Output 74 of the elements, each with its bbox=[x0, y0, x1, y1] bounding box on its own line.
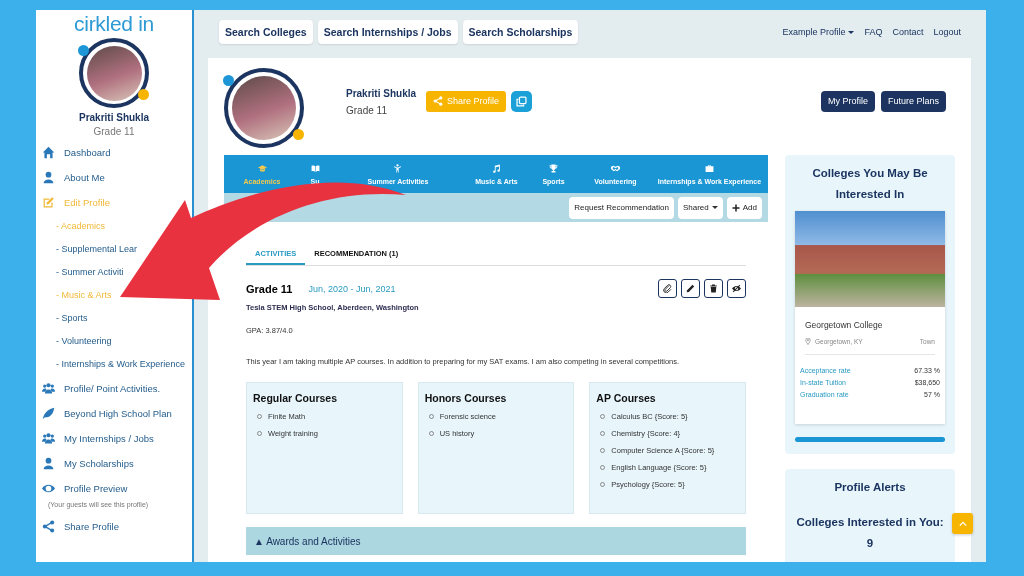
copy-link-button[interactable] bbox=[511, 90, 533, 112]
share-icon bbox=[42, 520, 55, 533]
user-icon bbox=[42, 171, 55, 184]
add-button[interactable]: Add bbox=[726, 196, 762, 219]
header-link[interactable]: Logout bbox=[933, 27, 961, 37]
sidebar-nav-item[interactable]: My Scholarships bbox=[36, 451, 140, 476]
accent-dot bbox=[138, 89, 149, 100]
music-note-icon bbox=[492, 163, 501, 173]
student-grade: Grade 11 bbox=[93, 126, 135, 137]
pencil-icon bbox=[686, 284, 695, 293]
person-icon bbox=[393, 163, 403, 173]
sidebar-subitem[interactable]: - Internships & Work Experience bbox=[56, 357, 185, 371]
accent-dot bbox=[293, 129, 304, 140]
users-icon bbox=[42, 432, 55, 445]
sidebar-nav-item[interactable]: Dashboard bbox=[36, 140, 117, 165]
accent-dot bbox=[223, 75, 234, 86]
sidebar-nav-item[interactable]: Share Profile bbox=[36, 514, 125, 539]
colleges-interested-count: Colleges Interested in You: 9 bbox=[795, 515, 945, 551]
sidebar-nav-item[interactable]: Beyond High School Plan bbox=[36, 401, 178, 426]
eye-slash-icon bbox=[732, 284, 741, 293]
location-pin-icon bbox=[805, 338, 811, 345]
leaf-icon bbox=[42, 407, 55, 420]
trash-icon bbox=[709, 284, 718, 293]
student-name: Prakriti Shukla bbox=[79, 112, 149, 123]
avatar-photo-placeholder bbox=[86, 45, 142, 101]
sidebar-subitem[interactable]: - Summer Activiti bbox=[56, 265, 124, 279]
profile-nav-button[interactable]: My Profile bbox=[820, 90, 875, 112]
share-icon bbox=[433, 96, 444, 106]
users-icon bbox=[42, 382, 55, 395]
avatar-photo-placeholder bbox=[232, 76, 296, 140]
graduation-cap-icon bbox=[257, 163, 267, 173]
entry-action-button[interactable] bbox=[658, 279, 677, 298]
course-card-title: Regular Courses bbox=[253, 392, 339, 404]
entry-title: Grade 11 bbox=[246, 282, 293, 295]
sidebar-subitem[interactable]: - Volunteering bbox=[56, 334, 112, 348]
profile-nav-button[interactable]: Future Plans bbox=[880, 90, 946, 112]
copy-icon bbox=[516, 95, 528, 107]
header-link[interactable]: FAQ bbox=[864, 27, 883, 37]
college-name: Georgetown College bbox=[805, 320, 884, 330]
course-card-title: Honors Courses bbox=[424, 392, 508, 404]
profile-grade: Grade 11 bbox=[346, 105, 388, 116]
user-icon bbox=[42, 457, 55, 470]
profile-name: Prakriti Shukla bbox=[346, 88, 417, 99]
panel-title: Colleges You May Be Interested In bbox=[811, 166, 929, 202]
entry-action-button[interactable] bbox=[704, 279, 723, 298]
sidebar-nav-item[interactable]: Profile Preview bbox=[36, 476, 134, 501]
accent-dot bbox=[78, 45, 89, 56]
entry-dates: Jun, 2020 - Jun, 2021 bbox=[308, 283, 396, 294]
sidebar-nav-item[interactable]: About Me bbox=[36, 165, 111, 190]
sidebar-subitem[interactable]: - Sports bbox=[56, 311, 88, 325]
home-icon bbox=[42, 146, 55, 159]
panel-title: Profile Alerts bbox=[833, 480, 907, 495]
header-link[interactable]: Example Profile bbox=[782, 27, 855, 37]
search-nav-button[interactable]: Search Internships / Jobs bbox=[317, 20, 458, 44]
request-recommendation-button[interactable]: Request Recommendation bbox=[569, 196, 674, 219]
briefcase-icon bbox=[705, 163, 714, 173]
trophy-icon bbox=[549, 163, 558, 173]
paperclip-icon bbox=[663, 284, 672, 293]
sidebar-nav-item[interactable]: My Internships / Jobs bbox=[36, 426, 160, 451]
sidebar-nav-item[interactable]: Profile/ Point Activities. bbox=[36, 376, 167, 401]
plus-icon bbox=[731, 203, 740, 212]
book-icon bbox=[310, 163, 320, 173]
entry-action-button[interactable] bbox=[681, 279, 700, 298]
search-nav-button[interactable]: Search Colleges bbox=[219, 20, 313, 44]
course-card-title: AP Courses bbox=[596, 392, 657, 404]
caret-up-icon bbox=[958, 520, 967, 527]
header-link[interactable]: Contact bbox=[892, 27, 924, 37]
entry-action-button[interactable] bbox=[727, 279, 746, 298]
sidebar-subitem[interactable]: - Supplemental Lear bbox=[56, 242, 138, 256]
shared-dropdown[interactable]: Shared bbox=[677, 196, 723, 219]
edit-icon bbox=[42, 196, 55, 209]
search-nav-button[interactable]: Search Scholarships bbox=[462, 20, 579, 44]
eye-icon bbox=[42, 482, 55, 495]
awards-section-toggle[interactable]: ▲ Awards and Activities bbox=[246, 527, 746, 555]
